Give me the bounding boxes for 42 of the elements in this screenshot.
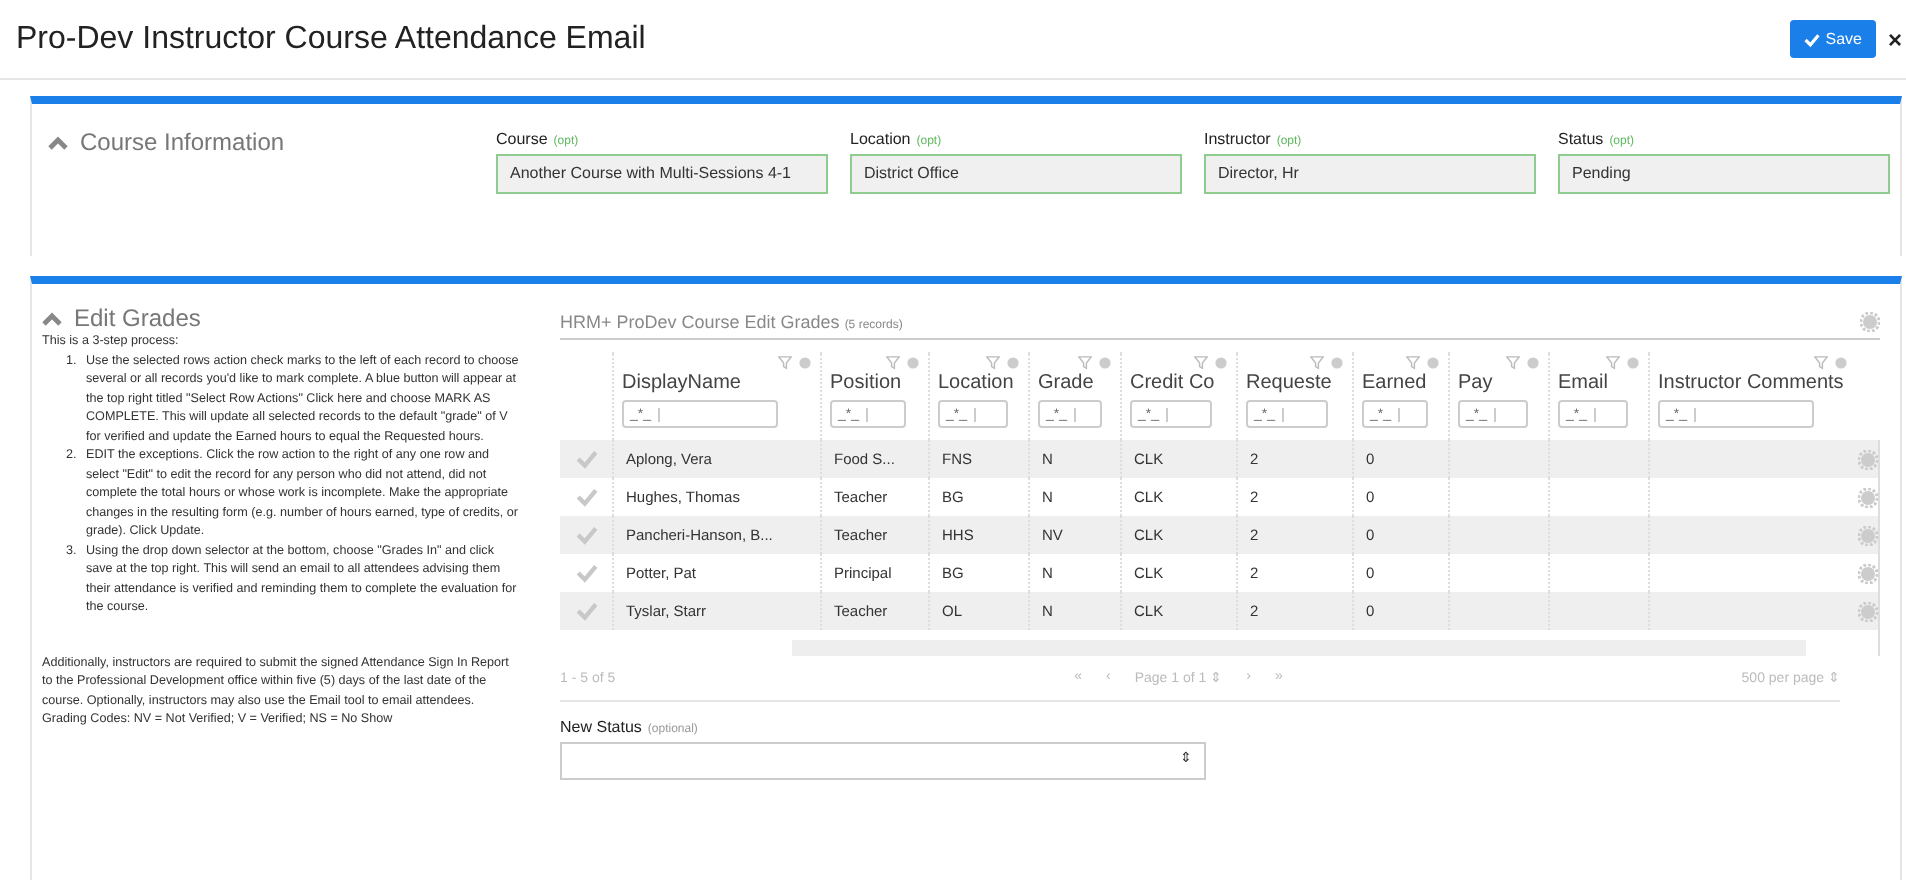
field-label: Status [1558, 130, 1604, 148]
column-header[interactable]: Location [938, 372, 1020, 394]
check-icon [1803, 31, 1820, 47]
save-button[interactable]: Save [1789, 20, 1876, 58]
check-icon[interactable] [575, 600, 597, 622]
input-field[interactable]: Pending [1558, 154, 1890, 194]
filter-icon[interactable] [1814, 356, 1828, 370]
filter-icon[interactable] [886, 356, 900, 370]
filter-icon[interactable] [1310, 356, 1324, 370]
column-header[interactable]: DisplayName [622, 372, 812, 394]
chevron-up-icon [42, 310, 62, 326]
section-title: Edit Grades [74, 304, 201, 332]
filter-icon[interactable] [1506, 356, 1520, 370]
chevron-up-icon [48, 134, 68, 150]
filter-icon[interactable] [778, 356, 792, 370]
check-icon[interactable] [575, 448, 597, 470]
field-label: Instructor [1204, 130, 1271, 148]
field-label: Location [850, 130, 911, 148]
page-title: Pro-Dev Instructor Course Attendance Email [16, 21, 646, 57]
check-icon[interactable] [575, 486, 597, 508]
filter-icon[interactable] [1194, 356, 1208, 370]
input-field[interactable]: Another Course with Multi-Sessions 4-1 [496, 154, 828, 194]
column-header[interactable]: Earned [1362, 372, 1440, 394]
filter-icon[interactable] [1606, 356, 1620, 370]
column-header[interactable]: Pay [1458, 372, 1540, 394]
check-icon[interactable] [575, 524, 597, 546]
column-header[interactable]: Credit Co [1130, 372, 1228, 394]
column-header[interactable]: Grade [1038, 372, 1112, 394]
column-header[interactable]: Email [1558, 372, 1640, 394]
input-field[interactable]: Director, Hr [1204, 154, 1536, 194]
column-header[interactable]: Position [830, 372, 920, 394]
section-title: Course Information [80, 128, 285, 156]
column-header[interactable]: Requeste [1246, 372, 1344, 394]
column-header[interactable]: Instructor Comments [1658, 372, 1848, 394]
field-label: Course [496, 130, 548, 148]
filter-icon[interactable] [1406, 356, 1420, 370]
input-field[interactable]: District Office [850, 154, 1182, 194]
filter-icon[interactable] [986, 356, 1000, 370]
close-button[interactable]: × [1887, 25, 1902, 53]
field-label: New Status [560, 718, 642, 736]
filter-icon[interactable] [1078, 356, 1092, 370]
check-icon[interactable] [575, 562, 597, 584]
